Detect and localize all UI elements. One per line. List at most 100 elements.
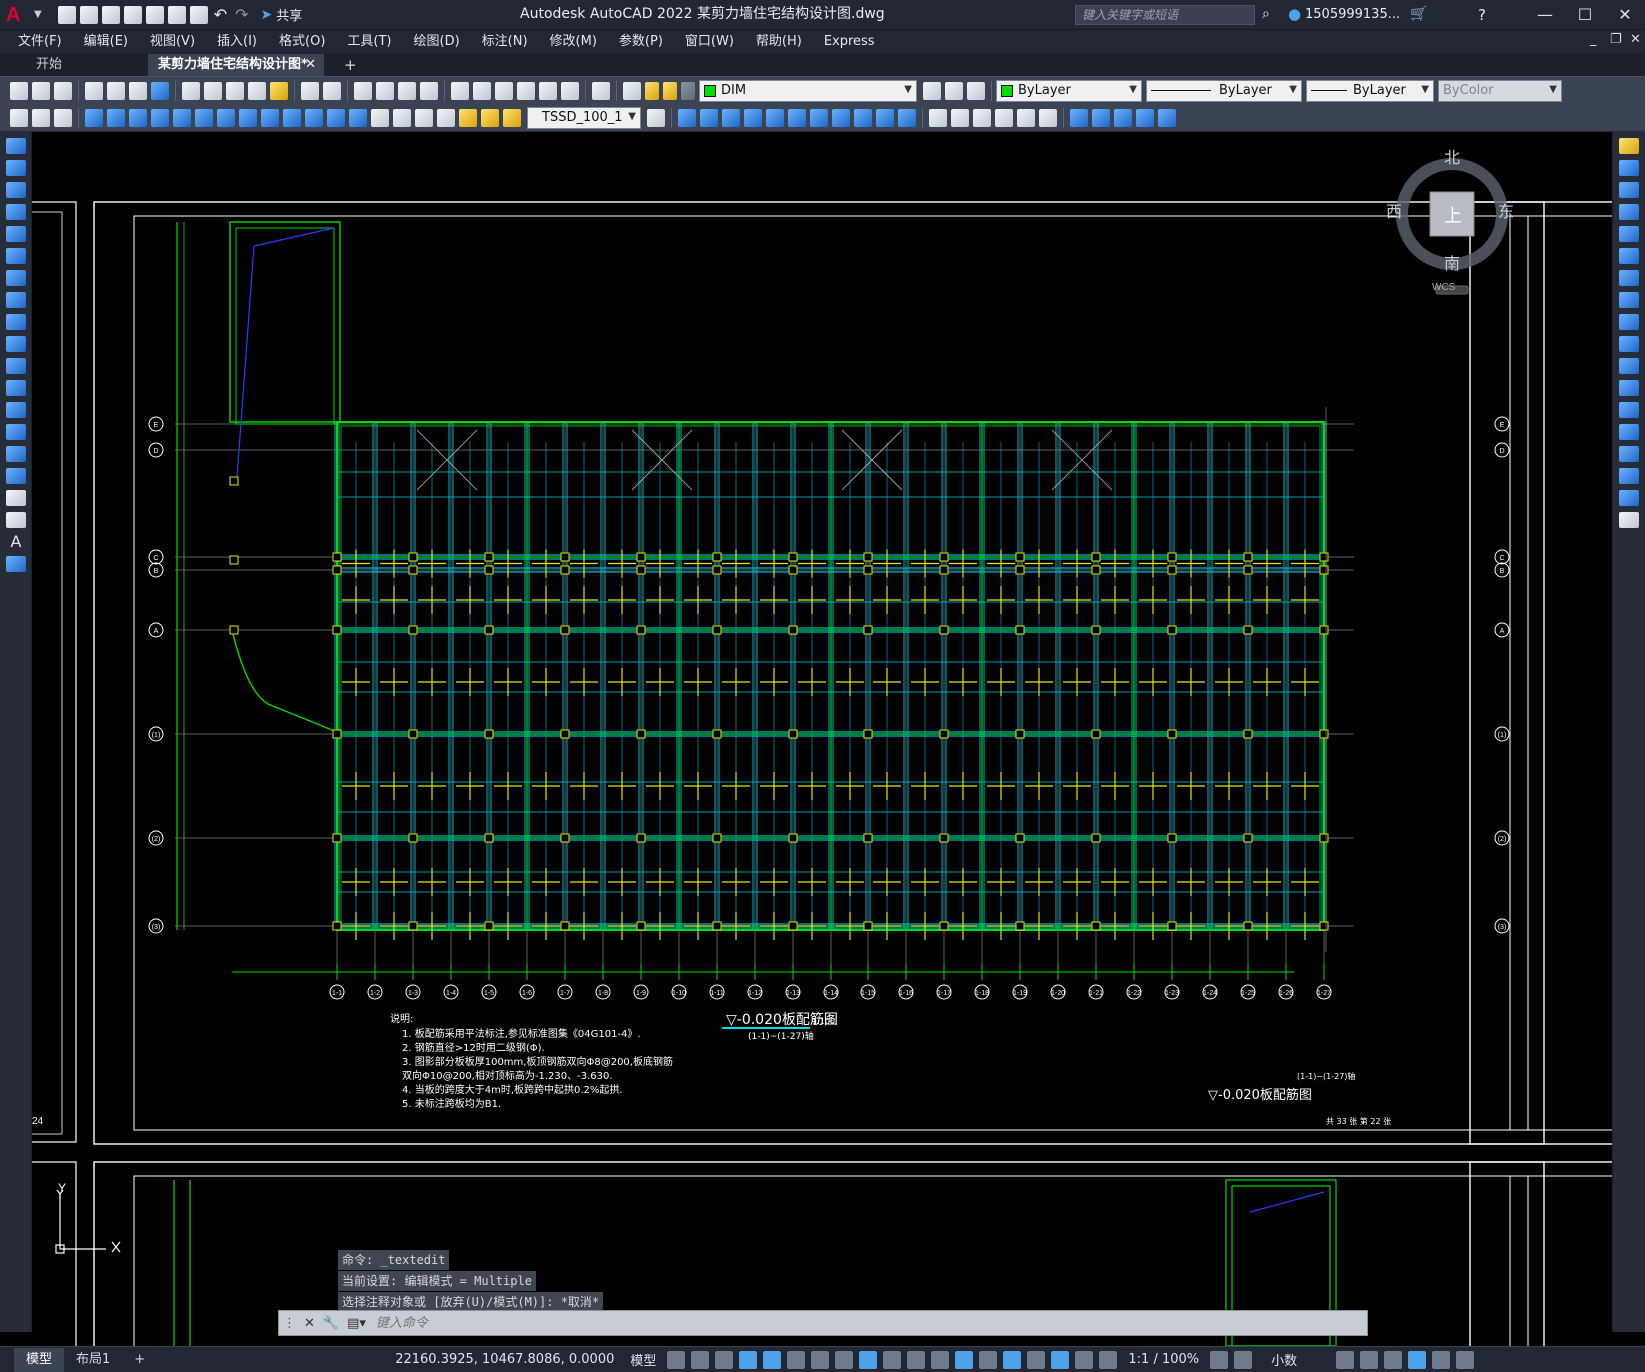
stretch-icon[interactable] [1619,314,1639,330]
markup-icon[interactable] [539,81,557,100]
insert-block-icon[interactable] [6,380,26,396]
ucs-3point-icon[interactable] [1114,108,1132,127]
search-icon[interactable]: ⌕ [1262,6,1270,22]
layer-dropdown[interactable]: DIM ▼ [699,79,917,102]
dim-break-icon[interactable] [349,108,367,127]
lock-ui-icon[interactable] [1360,1350,1379,1369]
help-icon[interactable]: ? [1478,6,1486,24]
publish-icon[interactable] [129,81,147,100]
hatch-icon[interactable] [6,446,26,462]
redo-icon[interactable] [323,81,341,100]
gradient-icon[interactable] [6,468,26,484]
table-icon[interactable] [6,512,26,528]
transparency-icon[interactable] [907,1350,926,1369]
dynamic-ucs-icon[interactable] [979,1350,998,1369]
tab-layout1[interactable]: 布局1 [64,1348,122,1372]
fillet-icon[interactable] [1619,468,1639,484]
plotstyle-dropdown[interactable]: ByColor ▼ [1438,79,1562,102]
user-icon[interactable]: ● [1288,5,1301,23]
menu-parametric[interactable]: 参数(P) [609,30,673,54]
tssd-layer-icon[interactable] [54,108,72,127]
dim-style-icon[interactable] [647,108,665,127]
ucs-y-icon[interactable] [1158,108,1176,127]
move-icon[interactable] [1619,248,1639,264]
menu-view[interactable]: 视图(V) [140,30,205,54]
share-button[interactable]: 共享 [276,5,302,24]
menu-file[interactable]: 文件(F) [8,30,72,54]
auto-scale-icon[interactable] [1075,1350,1094,1369]
arc-length-icon[interactable] [129,108,147,127]
tssd-icon[interactable] [10,108,28,127]
explode-icon[interactable] [1619,512,1639,528]
camera-icon[interactable] [898,108,916,127]
offset-icon[interactable] [1619,204,1639,220]
make-current-icon[interactable] [923,81,941,100]
view-ne-iso-icon[interactable] [854,108,872,127]
layer-on-icon[interactable] [645,81,659,100]
menu-draw[interactable]: 绘图(D) [404,30,470,54]
paste-icon[interactable] [226,81,244,100]
dim-space-icon[interactable] [327,108,345,127]
close-button[interactable]: ✕ [1605,0,1645,30]
ucs-object-icon[interactable] [1017,108,1035,127]
mirror-icon[interactable] [1619,182,1639,198]
continue-dim-icon[interactable] [305,108,323,127]
layer-properties-icon[interactable] [623,81,641,100]
ucs-previous-icon[interactable] [973,108,991,127]
pan-icon[interactable] [354,81,372,100]
menu-express[interactable]: Express [814,30,885,54]
isodraft-icon[interactable] [811,1350,830,1369]
units-dropdown[interactable]: 小数 [1263,1350,1333,1369]
tab-start[interactable]: 开始 [26,54,146,76]
view-se-iso-icon[interactable] [832,108,850,127]
point-icon[interactable] [6,424,26,440]
linear-dim-icon[interactable] [85,108,103,127]
design-center-icon[interactable] [473,81,491,100]
infer-constraints-icon[interactable] [715,1350,734,1369]
zoom-window-icon[interactable] [398,81,416,100]
annotation-scale[interactable]: 1:1 / 100% [1120,1352,1207,1367]
arc-icon[interactable] [6,248,26,264]
revision-cloud-icon[interactable] [6,292,26,308]
plot-icon[interactable] [189,5,208,24]
selection-filter-icon[interactable] [1003,1350,1022,1369]
grid-icon[interactable] [667,1350,686,1369]
save-web-icon[interactable] [167,5,186,24]
tool-palettes-icon[interactable] [495,81,513,100]
viewcube-north[interactable]: 北 [1444,144,1460,168]
trim-icon[interactable] [1619,336,1639,352]
textstyle-dropdown[interactable]: TSSD_100_1 ▼ [527,106,641,129]
quick-dim-icon[interactable] [261,108,279,127]
menu-modify[interactable]: 修改(M) [540,30,607,54]
menu-insert[interactable]: 插入(I) [207,30,267,54]
graphics-performance-icon[interactable] [1408,1350,1427,1369]
ortho-icon[interactable] [763,1350,782,1369]
ucs-origin-icon[interactable] [1070,108,1088,127]
search-input[interactable]: 键入关键字或短语 [1075,5,1255,25]
qnew-icon[interactable] [10,81,28,100]
layer-freeze-icon[interactable] [663,81,677,100]
command-line-grip[interactable]: ⋮ [283,1316,296,1331]
spline-icon[interactable] [6,314,26,330]
open-file-icon[interactable] [79,5,98,24]
blend-icon[interactable] [1619,490,1639,506]
viewcube-west[interactable]: 西 [1386,198,1402,222]
sheet-set-icon[interactable] [517,81,535,100]
workspace-gear-icon[interactable] [1210,1350,1229,1369]
ordinate-dim-icon[interactable] [151,108,169,127]
properties-icon[interactable] [451,81,469,100]
jogged-dim-icon[interactable] [195,108,213,127]
linetype-dropdown[interactable]: ByLayer ▼ [1146,79,1302,102]
layer-lock-icon[interactable] [681,81,695,100]
array-icon[interactable] [1619,226,1639,242]
line-icon[interactable] [6,138,26,154]
minimize-button[interactable]: — [1525,0,1565,30]
cart-icon[interactable]: 🛒 [1410,6,1427,22]
lineweight-dropdown[interactable]: ByLayer ▼ [1306,79,1434,102]
chamfer-icon[interactable] [1619,446,1639,462]
menu-tools[interactable]: 工具(T) [337,30,401,54]
tab-model[interactable]: 模型 [14,1347,65,1372]
ucs-icon[interactable] [929,108,947,127]
viewcube-wcs[interactable]: WCS [1432,282,1455,293]
isolate-objects-icon[interactable] [1384,1350,1403,1369]
